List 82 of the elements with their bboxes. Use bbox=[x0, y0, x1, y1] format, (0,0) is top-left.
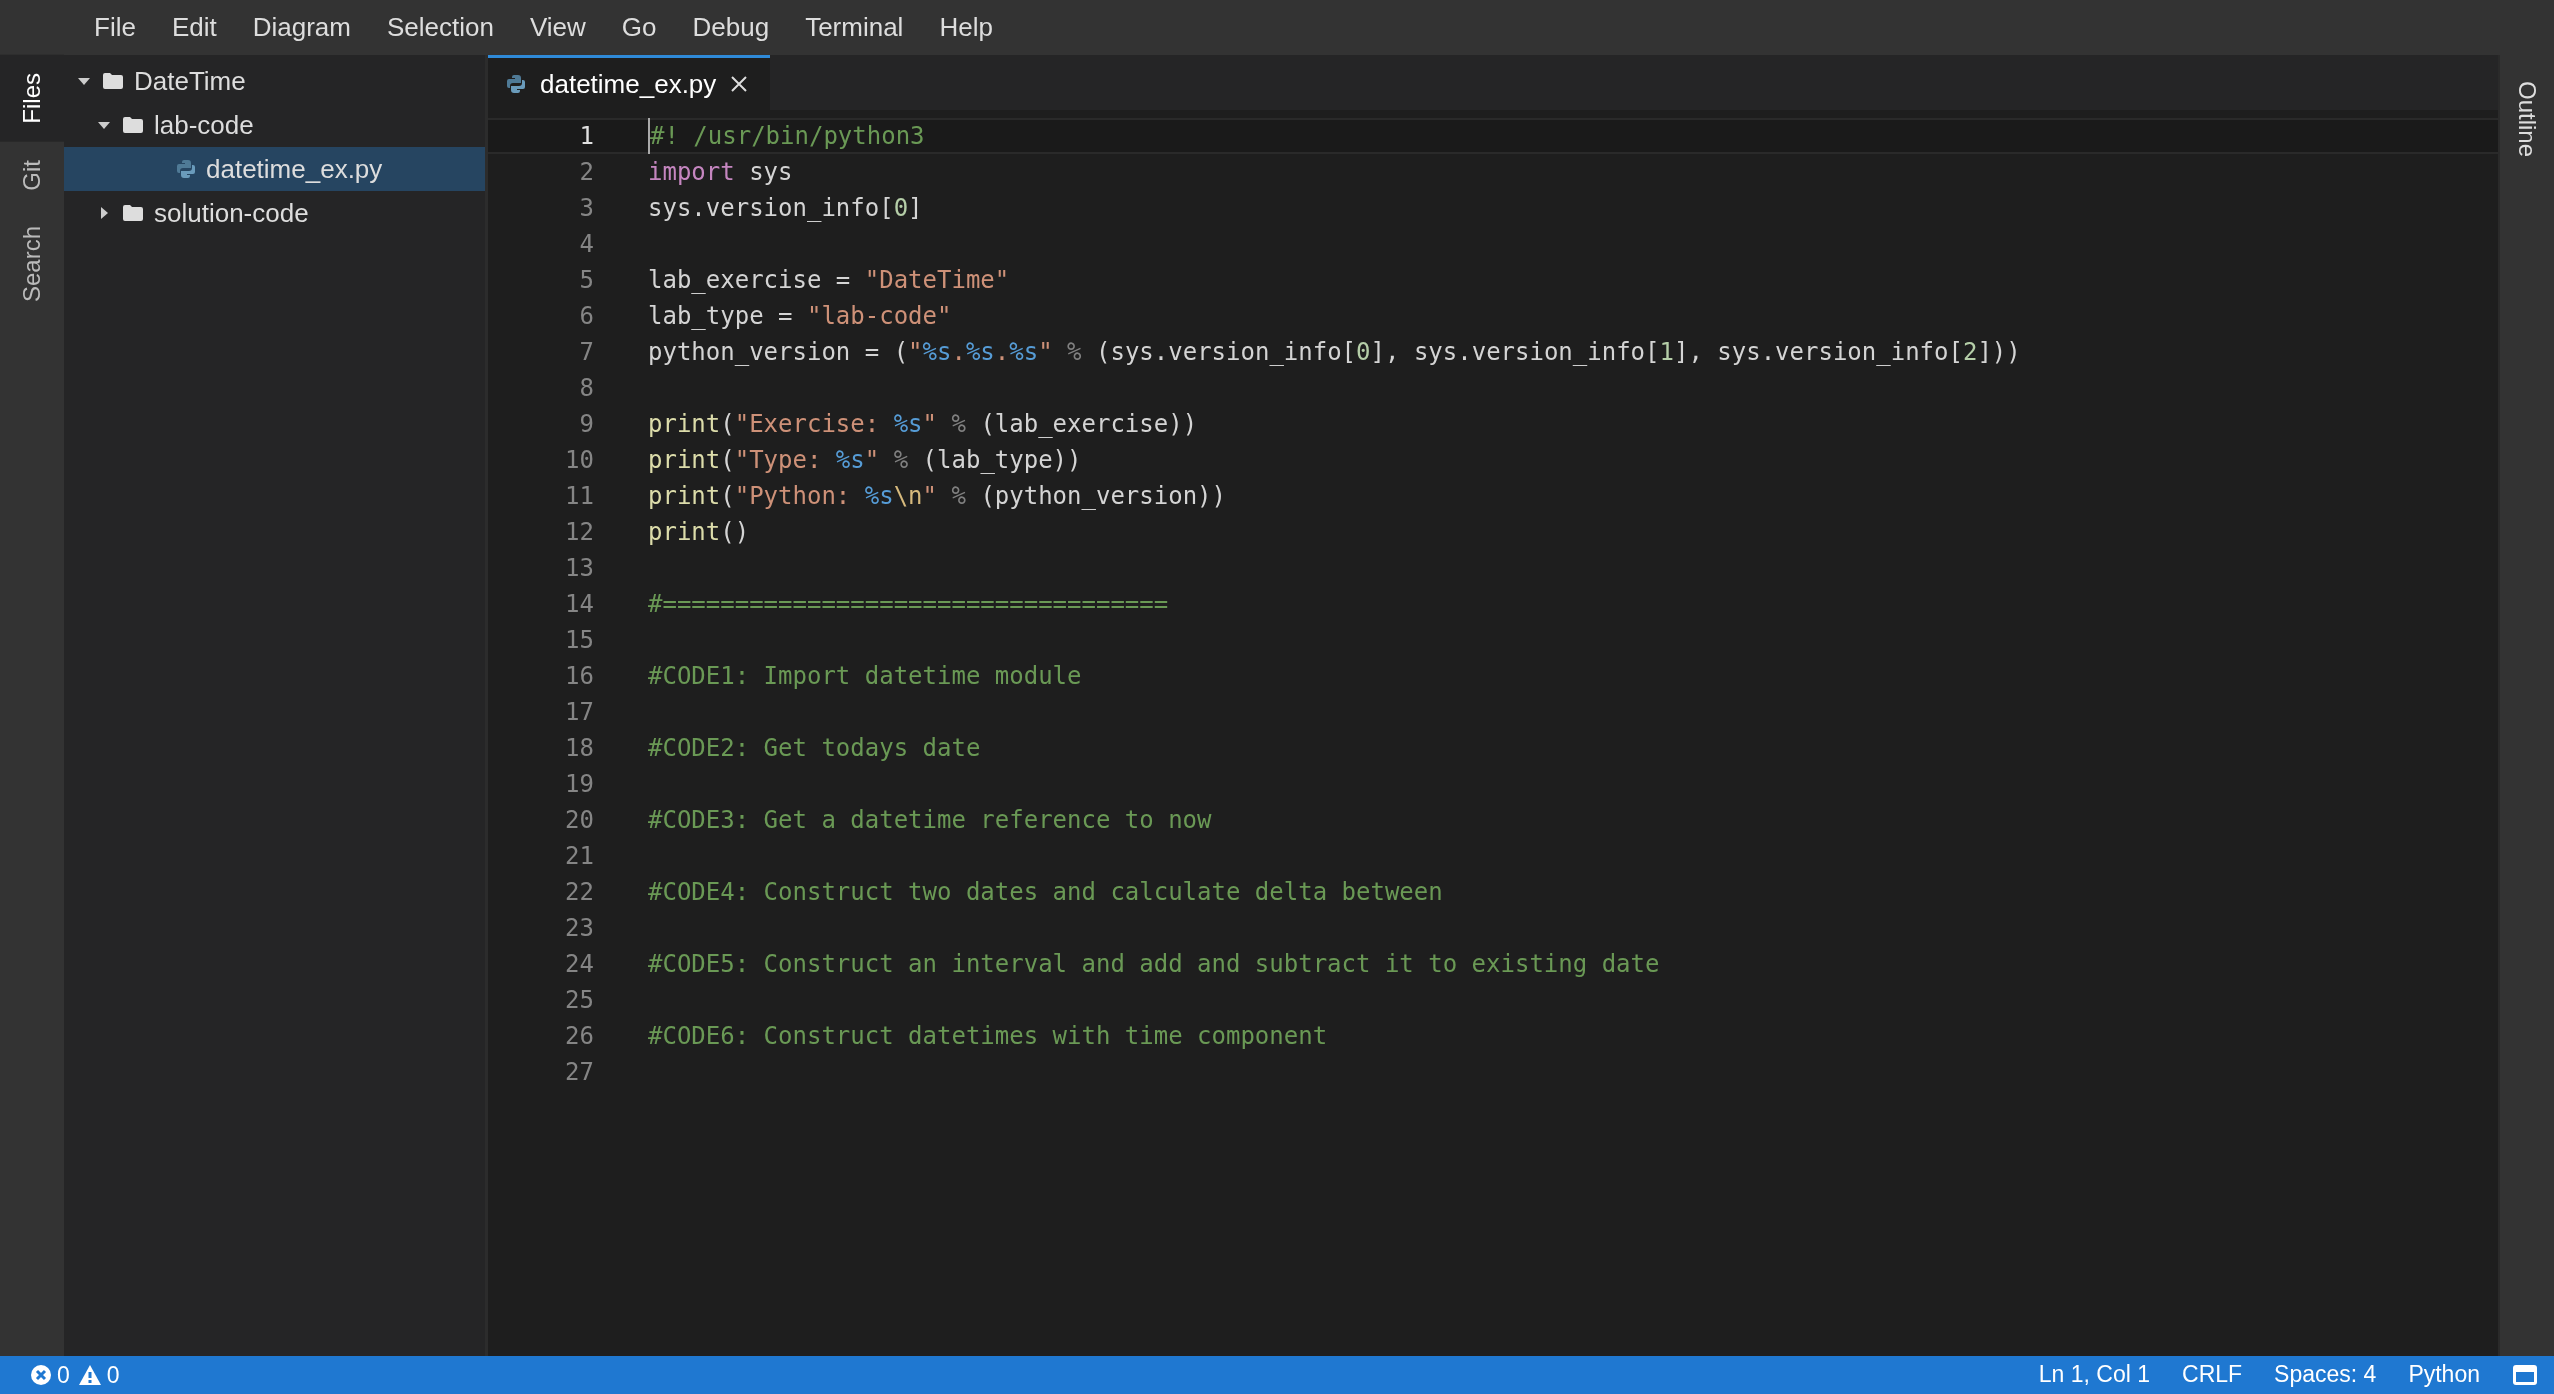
code-line: #CODE1: Import datetime module bbox=[648, 661, 1082, 692]
python-icon bbox=[176, 159, 196, 179]
line-number: 13 bbox=[564, 553, 595, 584]
tab-label: datetime_ex.py bbox=[540, 67, 717, 101]
side-tab[interactable]: Git bbox=[0, 141, 64, 209]
line-number: 4 bbox=[578, 229, 595, 260]
close-icon[interactable] bbox=[730, 75, 749, 93]
tree-item[interactable]: lab-code bbox=[64, 103, 485, 147]
menu-item[interactable]: Help bbox=[921, 8, 1011, 47]
menu-item[interactable]: Selection bbox=[368, 8, 512, 47]
tree-item[interactable]: DateTime bbox=[64, 59, 485, 103]
menu-item[interactable]: Debug bbox=[674, 8, 788, 47]
line-number: 20 bbox=[564, 805, 595, 836]
line-number: 1 bbox=[578, 121, 595, 152]
line-number: 9 bbox=[578, 409, 595, 440]
line-number: 25 bbox=[564, 985, 595, 1016]
tree-label: datetime_ex.py bbox=[206, 152, 383, 186]
line-number: 11 bbox=[564, 481, 595, 512]
status-item[interactable]: Spaces: 4 bbox=[2258, 1361, 2393, 1389]
line-number: 27 bbox=[564, 1057, 595, 1088]
editor-tab[interactable]: datetime_ex.py bbox=[488, 55, 771, 110]
line-number: 21 bbox=[564, 841, 595, 872]
error-count[interactable]: 0 bbox=[57, 1357, 70, 1393]
error-icon bbox=[30, 1364, 52, 1386]
code-line: sys.version_info[0] bbox=[648, 193, 923, 224]
status-item[interactable]: CRLF bbox=[2166, 1361, 2259, 1389]
side-tab[interactable]: Outline bbox=[2508, 55, 2546, 164]
folder-icon bbox=[102, 72, 124, 90]
code-line: print("Type: %s" % (lab_type)) bbox=[648, 445, 1082, 476]
code-line: lab_exercise = "DateTime" bbox=[648, 265, 1010, 296]
line-number: 2 bbox=[578, 157, 595, 188]
line-number: 14 bbox=[564, 589, 595, 620]
line-number: 22 bbox=[564, 877, 595, 908]
tree-label: solution-code bbox=[154, 196, 309, 230]
line-number: 7 bbox=[578, 337, 595, 368]
menu-item[interactable]: Diagram bbox=[234, 8, 369, 47]
code-line: print() bbox=[648, 517, 750, 548]
python-icon bbox=[506, 74, 526, 94]
code-line: python_version = ("%s.%s.%s" % (sys.version_info[0], sys.version_info[1], sys.version_info[2])) bbox=[648, 337, 2021, 368]
line-number: 18 bbox=[564, 733, 595, 764]
folder-icon bbox=[122, 116, 144, 134]
code-line: lab_type = "lab-code" bbox=[648, 301, 952, 332]
line-number: 5 bbox=[578, 265, 595, 296]
code-line: #CODE3: Get a datetime reference to now bbox=[648, 805, 1212, 836]
menu-item[interactable]: Terminal bbox=[787, 8, 922, 47]
tree-item[interactable]: solution-code bbox=[64, 191, 485, 235]
warning-icon bbox=[77, 1364, 102, 1386]
tree-label: lab-code bbox=[154, 108, 254, 142]
line-number: 19 bbox=[564, 769, 595, 800]
line-number: 26 bbox=[564, 1021, 595, 1052]
status-item[interactable]: Python bbox=[2392, 1361, 2496, 1389]
side-tab[interactable]: Files bbox=[0, 55, 64, 142]
code-line: import sys bbox=[648, 157, 793, 188]
line-number: 23 bbox=[564, 913, 595, 944]
menu-item[interactable]: Edit bbox=[153, 8, 235, 47]
status-item[interactable]: Ln 1, Col 1 bbox=[2022, 1361, 2167, 1389]
line-number: 15 bbox=[564, 625, 595, 656]
menu-item[interactable]: Go bbox=[603, 8, 675, 47]
line-number: 6 bbox=[578, 301, 595, 332]
code-line: #CODE6: Construct datetimes with time component bbox=[648, 1021, 1328, 1052]
folder-icon bbox=[122, 204, 144, 222]
code-line: print("Python: %s\n" % (python_version)) bbox=[648, 481, 1226, 512]
warning-count[interactable]: 0 bbox=[106, 1357, 120, 1393]
code-line: #! /usr/bin/python3 bbox=[648, 118, 925, 154]
code-line: #CODE5: Construct an interval and add and subtract it to existing date bbox=[648, 949, 1660, 980]
side-tab[interactable]: Search bbox=[0, 208, 64, 321]
code-line: #CODE2: Get todays date bbox=[648, 733, 981, 764]
code-line: #=================================== bbox=[648, 589, 1169, 620]
line-number: 10 bbox=[564, 445, 595, 476]
panel-icon bbox=[2512, 1364, 2538, 1386]
line-number: 12 bbox=[564, 517, 595, 548]
line-number: 24 bbox=[564, 949, 595, 980]
line-number: 17 bbox=[564, 697, 595, 728]
line-number: 3 bbox=[578, 193, 595, 224]
code-line: print("Exercise: %s" % (lab_exercise)) bbox=[648, 409, 1198, 440]
menu-item[interactable]: View bbox=[511, 8, 604, 47]
tree-label: DateTime bbox=[134, 64, 246, 98]
menu-item[interactable]: File bbox=[76, 8, 154, 47]
line-number: 8 bbox=[578, 373, 595, 404]
line-number: 16 bbox=[564, 661, 595, 692]
code-line: #CODE4: Construct two dates and calculate delta between bbox=[648, 877, 1443, 908]
tree-item[interactable]: datetime_ex.py bbox=[64, 147, 485, 191]
